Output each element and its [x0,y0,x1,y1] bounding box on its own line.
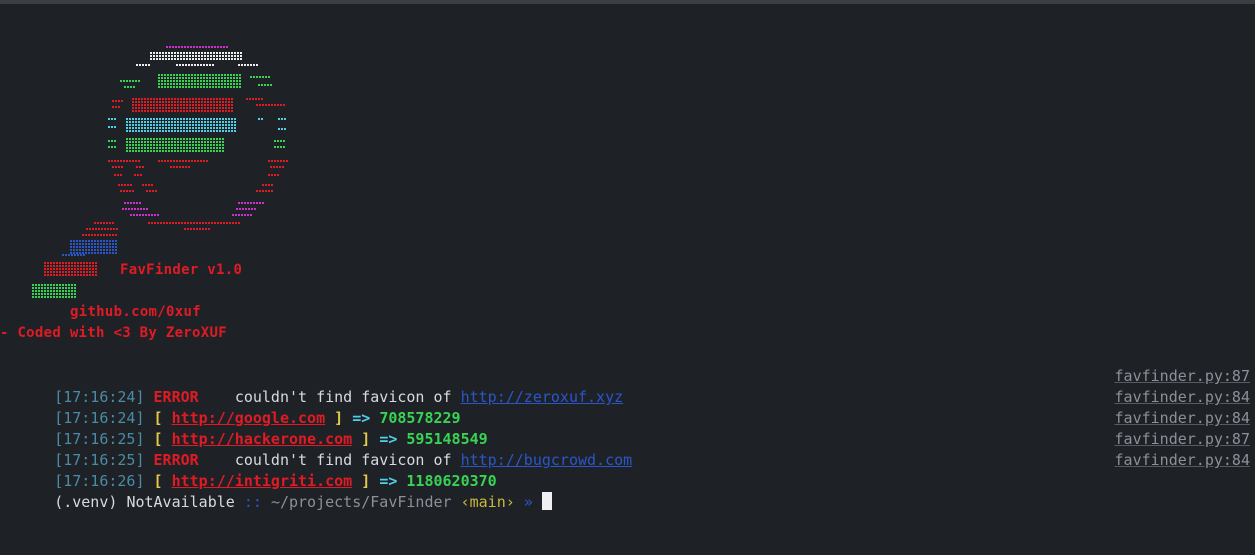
log-row: [17:16:25] [ http://hackerone.com ] => 5… [0,408,1255,448]
prompt-symbol: » [523,493,533,511]
banner-title: FavFinder v1.0 [120,262,243,278]
log-source[interactable]: favfinder.py:87 [1115,366,1250,387]
venv-indicator: (.venv) [54,493,118,511]
log-output: [17:16:24] ERROR couldn't find favicon o… [0,366,1255,511]
log-row: [17:16:24] [ http://google.com ] => 7085… [0,387,1255,427]
log-row: [17:16:26] [ http://intigriti.com ] => 1… [0,450,1255,490]
prompt-separator: :: [243,493,262,511]
log-source[interactable]: favfinder.py:87 [1115,429,1250,450]
terminal-window[interactable]: FavFinder v1.0 github.com/0xuf - Coded w… [0,0,1255,555]
ascii-banner: FavFinder v1.0 github.com/0xuf - Coded w… [0,42,320,352]
log-source[interactable]: favfinder.py:84 [1115,387,1250,408]
text-cursor[interactable] [541,492,552,510]
banner-github: github.com/0xuf [70,304,201,320]
git-branch: ‹main› [460,493,515,511]
log-source[interactable]: favfinder.py:84 [1115,408,1250,429]
shell-prompt[interactable]: (.venv) NotAvailable :: ~/projects/FavFi… [0,471,1255,511]
log-source[interactable]: favfinder.py:84 [1115,450,1250,471]
prompt-path: ~/projects/FavFinder [270,493,452,511]
banner-credits: - Coded with <3 By ZeroXUF [0,325,227,341]
log-row: [17:16:25] ERROR couldn't find favicon o… [0,429,1255,469]
prompt-host: NotAvailable [126,493,235,511]
log-row: [17:16:24] ERROR couldn't find favicon o… [0,366,1255,406]
